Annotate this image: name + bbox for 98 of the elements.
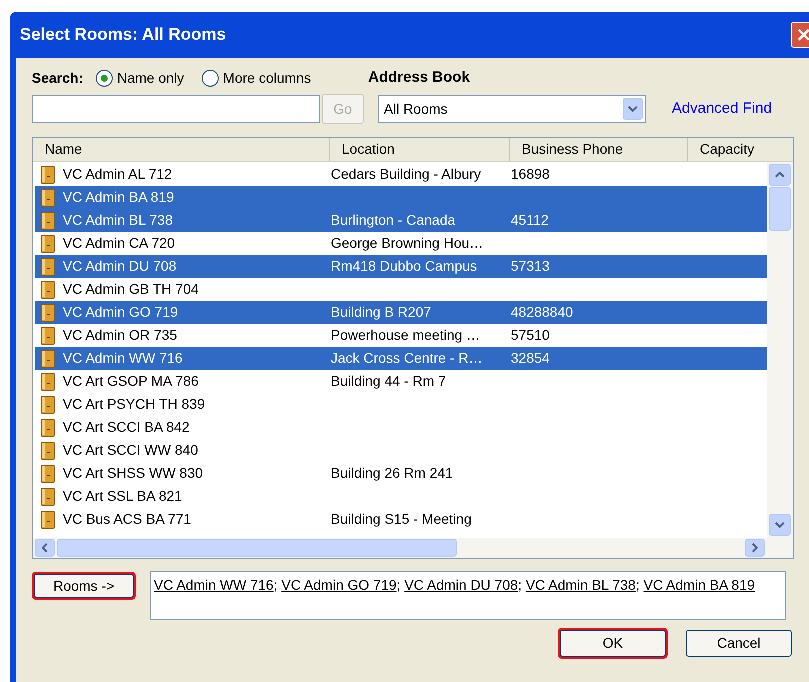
room-book-icon [41,304,55,322]
room-location: Jack Cross Centre - R… [331,350,483,366]
room-phone: 45112 [511,212,549,228]
room-row[interactable]: VC Art SCCI BA 842 [35,416,767,439]
dialog-button[interactable]: OK [560,630,666,657]
column-header[interactable]: Capacity [687,138,787,161]
room-row[interactable]: VC Admin CA 720 George Browning Hou… [35,232,767,255]
room-book-icon [41,418,55,436]
separator-text: ; [396,577,401,593]
room-row[interactable]: VC Art PSYCH TH 839 [35,393,767,416]
room-location: Rm418 Dubbo Campus [331,258,478,274]
address-book-dropdown[interactable]: All Rooms [378,95,646,123]
room-book-icon [41,442,55,460]
scroll-right-icon [752,543,758,553]
room-row[interactable]: VC Admin DU 708 Rm418 Dubbo Campus 57313 [35,255,767,278]
radio-option[interactable]: Name only [96,68,184,88]
search-label: Search: [32,68,84,88]
room-phone: 32854 [511,350,550,366]
room-name: VC Admin GB TH 704 [63,280,199,299]
selected-rooms-field[interactable]: VC Admin WW 716; VC Admin GO 719; VC Admin DU 708; VC Admin BL 738; VC Admin BA 819 [150,571,786,620]
room-phone: 16898 [511,166,550,182]
room-row[interactable]: VC Bus ACS BA 771 Building S15 - Meeting [35,508,767,531]
room-book-icon [41,258,55,276]
room-phone: 48288840 [511,304,574,320]
room-book-icon [41,234,55,252]
address-book-label: Address Book [368,68,470,88]
room-location: Burlington - Canada [331,212,456,228]
scroll-thumb[interactable] [769,187,791,231]
room-location: Building 44 - Rm 7 [331,373,446,389]
room-book-icon [41,488,55,506]
scroll-down-icon [775,522,785,528]
room-name: VC Admin DU 708 [63,257,177,276]
scroll-up-icon [775,172,785,178]
room-book-icon [41,166,55,184]
column-header[interactable]: Business Phone [509,138,687,161]
room-location: George Browning Hou… [331,235,484,251]
room-row[interactable]: VC Art GSOP MA 786 Building 44 - Rm 7 [35,370,767,393]
room-row[interactable]: VC Art SHSS WW 830 Building 26 Rm 241 [35,462,767,485]
room-phone: 57510 [511,327,550,343]
room-book-icon [41,212,55,230]
room-location: Building S15 - Meeting [331,511,472,527]
room-location: Cedars Building - Albury [331,166,482,182]
room-name: VC Admin OR 735 [63,326,178,345]
room-name: VC Art SCCI WW 840 [63,441,198,460]
room-row[interactable]: VC Admin BA 819 [35,186,767,209]
room-name: VC Admin AL 712 [63,165,172,184]
room-location: Building B R207 [331,304,432,320]
room-row[interactable]: VC Admin GO 719 Building B R207 48288840 [35,301,767,324]
window-title: Select Rooms: All Rooms [20,24,226,46]
room-link[interactable]: VC Admin BA 819 [644,577,756,593]
room-name: VC Admin BL 738 [63,211,173,230]
room-link[interactable]: VC Admin DU 708 [404,577,518,593]
room-book-icon [41,372,55,390]
room-name: VC Bus ACS BA 771 [63,510,192,529]
separator-text: ; [518,577,522,593]
room-book-icon [41,510,55,528]
room-name: VC Art SHSS WW 830 [63,464,204,483]
separator-text: ; [636,577,640,593]
room-location: Powerhouse meeting … [331,327,480,343]
room-name: VC Admin CA 720 [63,234,176,253]
room-link[interactable]: VC Admin BL 738 [526,577,636,593]
room-book-icon [41,350,55,368]
room-name: VC Admin BA 819 [63,188,174,207]
room-row[interactable]: VC Admin AL 712 Cedars Building - Albury 16898 [35,163,767,186]
advanced-find-link[interactable]: Advanced Find [672,98,772,120]
room-name: VC Admin WW 716 [63,349,183,368]
room-row[interactable]: VC Admin BL 738 Burlington - Canada 45112 [35,209,767,232]
scroll-thumb[interactable] [57,539,457,557]
room-name: VC Art GSOP MA 786 [63,372,199,391]
room-name: VC Art SSL BA 821 [63,487,182,506]
room-book-icon [41,396,55,414]
room-location: Building 26 Rm 241 [331,465,454,481]
room-name: VC Admin GO 719 [63,303,178,322]
room-book-icon [41,188,55,206]
room-link[interactable]: VC Admin WW 716 [154,577,274,593]
radio-option[interactable]: More columns [202,68,312,88]
rooms-button[interactable]: Rooms -> [34,574,134,598]
room-book-icon [41,326,55,344]
search-field[interactable] [32,95,320,123]
room-name: VC Art SCCI BA 842 [63,418,190,437]
room-name: VC Art PSYCH TH 839 [63,395,206,414]
room-book-icon [41,280,55,298]
scroll-left-icon [42,543,48,553]
room-row[interactable]: VC Admin WW 716 Jack Cross Centre - R… 32854 [35,347,767,370]
room-book-icon [41,464,55,482]
room-row[interactable]: VC Art SCCI WW 840 [35,439,767,462]
vertical-scrollbar[interactable] [767,162,793,538]
room-row[interactable]: VC Art SSL BA 821 [35,485,767,508]
room-row[interactable]: VC Admin GB TH 704 [35,278,767,301]
column-header[interactable]: Name [33,138,329,161]
room-row[interactable]: VC Admin OR 735 Powerhouse meeting … 57510 [35,324,767,347]
close-icon [797,28,809,42]
room-link[interactable]: VC Admin GO 719 [282,577,397,593]
column-header[interactable]: Location [329,138,509,161]
separator-text: ; [274,577,278,593]
room-phone: 57313 [511,258,550,274]
dialog-button[interactable]: Cancel [686,630,792,657]
horizontal-scrollbar[interactable] [33,538,793,558]
